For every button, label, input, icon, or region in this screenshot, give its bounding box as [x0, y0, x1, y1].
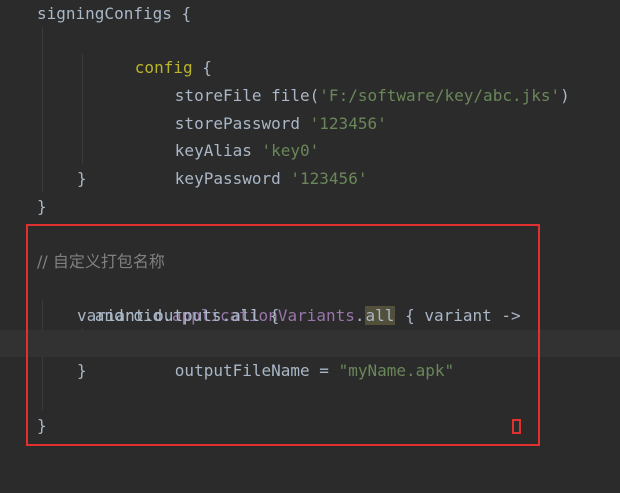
- highlight-annotation-box: [26, 224, 540, 446]
- code-line: }: [0, 193, 620, 220]
- code-line: }: [0, 165, 620, 192]
- code-line: signingConfigs {: [0, 0, 620, 27]
- close-brace: }: [77, 169, 87, 188]
- signing-configs-block: signingConfigs {: [37, 4, 192, 23]
- code-line: storeFile file('F:/software/key/abc.jks'…: [0, 55, 620, 105]
- code-editor[interactable]: signingConfigs { config { storeFile file…: [0, 0, 620, 459]
- code-line: keyPassword '123456': [0, 138, 620, 188]
- code-line: keyAlias 'key0': [0, 110, 620, 160]
- close-brace: }: [37, 197, 47, 216]
- code-line: config {: [0, 27, 620, 77]
- caret-annotation-marker: [512, 419, 521, 434]
- code-line: storePassword '123456': [0, 83, 620, 133]
